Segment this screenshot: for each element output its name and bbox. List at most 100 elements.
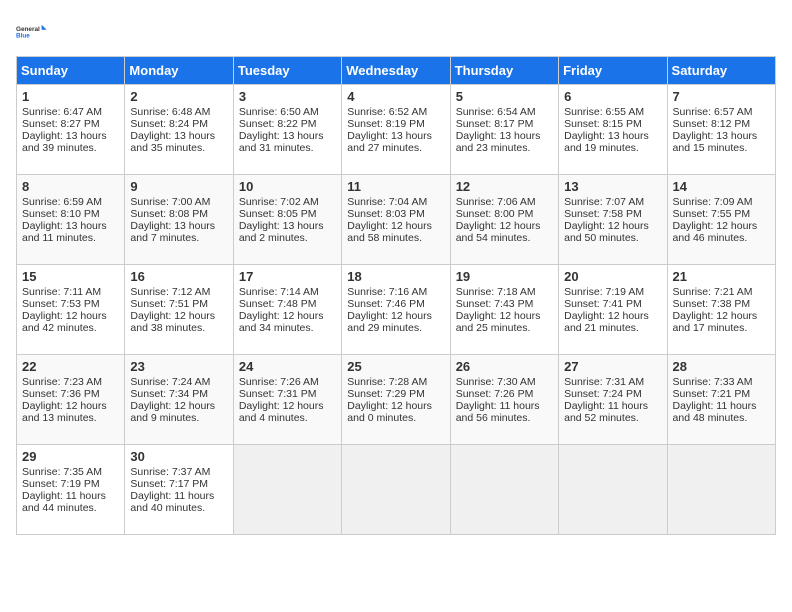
day-number: 25: [347, 359, 444, 374]
day-number: 2: [130, 89, 227, 104]
sunset: Sunset: 8:15 PM: [564, 118, 642, 130]
daylight-label: Daylight: 13 hours and 11 minutes.: [22, 220, 107, 244]
weekday-header-sunday: Sunday: [17, 57, 125, 85]
daylight-label: Daylight: 12 hours and 13 minutes.: [22, 400, 107, 424]
weekday-header-row: SundayMondayTuesdayWednesdayThursdayFrid…: [17, 57, 776, 85]
sunrise: Sunrise: 7:12 AM: [130, 286, 210, 298]
daylight-label: Daylight: 12 hours and 58 minutes.: [347, 220, 432, 244]
day-number: 24: [239, 359, 336, 374]
calendar-cell: 8Sunrise: 6:59 AMSunset: 8:10 PMDaylight…: [17, 175, 125, 265]
calendar-cell: 11Sunrise: 7:04 AMSunset: 8:03 PMDayligh…: [342, 175, 450, 265]
sunrise: Sunrise: 7:30 AM: [456, 376, 536, 388]
weekday-header-wednesday: Wednesday: [342, 57, 450, 85]
sunset: Sunset: 7:29 PM: [347, 388, 425, 400]
day-number: 3: [239, 89, 336, 104]
calendar-cell: 3Sunrise: 6:50 AMSunset: 8:22 PMDaylight…: [233, 85, 341, 175]
sunrise: Sunrise: 7:31 AM: [564, 376, 644, 388]
daylight-label: Daylight: 13 hours and 35 minutes.: [130, 130, 215, 154]
calendar-cell: 24Sunrise: 7:26 AMSunset: 7:31 PMDayligh…: [233, 355, 341, 445]
sunrise: Sunrise: 7:21 AM: [673, 286, 753, 298]
day-number: 9: [130, 179, 227, 194]
sunset: Sunset: 8:27 PM: [22, 118, 100, 130]
day-number: 8: [22, 179, 119, 194]
day-number: 27: [564, 359, 661, 374]
calendar-cell: 19Sunrise: 7:18 AMSunset: 7:43 PMDayligh…: [450, 265, 558, 355]
calendar-cell: 27 Sunrise: 7:31 AMSunset: 7:24 PMDayligh…: [559, 355, 667, 445]
calendar-cell: [667, 445, 775, 535]
day-number: 19: [456, 269, 553, 284]
sunset: Sunset: 7:26 PM: [456, 388, 534, 400]
daylight-label: Daylight: 12 hours and 25 minutes.: [456, 310, 541, 334]
sunset: Sunset: 7:51 PM: [130, 298, 208, 310]
calendar-cell: 9Sunrise: 7:00 AMSunset: 8:08 PMDaylight…: [125, 175, 233, 265]
day-number: 11: [347, 179, 444, 194]
calendar-cell: 20Sunrise: 7:19 AMSunset: 7:41 PMDayligh…: [559, 265, 667, 355]
calendar-cell: 13Sunrise: 7:07 AMSunset: 7:58 PMDayligh…: [559, 175, 667, 265]
weekday-header-friday: Friday: [559, 57, 667, 85]
daylight-label: Daylight: 12 hours and 4 minutes.: [239, 400, 324, 424]
sunrise: Sunrise: 7:07 AM: [564, 196, 644, 208]
sunrise: Sunrise: 7:24 AM: [130, 376, 210, 388]
calendar-week-row: 22Sunrise: 7:23 AMSunset: 7:36 PMDayligh…: [17, 355, 776, 445]
sunrise: Sunrise: 7:33 AM: [673, 376, 753, 388]
sunrise: Sunrise: 7:23 AM: [22, 376, 102, 388]
sunrise: Sunrise: 7:37 AM: [130, 466, 210, 478]
sunrise: Sunrise: 6:54 AM: [456, 106, 536, 118]
sunrise: Sunrise: 7:11 AM: [22, 286, 101, 298]
header: GeneralBlue: [16, 16, 776, 48]
calendar-week-row: 29Sunrise: 7:35 AMSunset: 7:19 PMDayligh…: [17, 445, 776, 535]
weekday-header-saturday: Saturday: [667, 57, 775, 85]
sunset: Sunset: 8:19 PM: [347, 118, 425, 130]
calendar-cell: 30Sunrise: 7:37 AMSunset: 7:17 PMDayligh…: [125, 445, 233, 535]
day-number: 15: [22, 269, 119, 284]
sunset: Sunset: 8:08 PM: [130, 208, 208, 220]
daylight-label: Daylight: 12 hours and 50 minutes.: [564, 220, 649, 244]
sunset: Sunset: 7:34 PM: [130, 388, 208, 400]
day-number: 23: [130, 359, 227, 374]
sunset: Sunset: 7:21 PM: [673, 388, 751, 400]
day-number: 28: [673, 359, 770, 374]
calendar-cell: 1Sunrise: 6:47 AMSunset: 8:27 PMDaylight…: [17, 85, 125, 175]
day-number: 6: [564, 89, 661, 104]
sunset: Sunset: 8:05 PM: [239, 208, 317, 220]
sunset: Sunset: 7:36 PM: [22, 388, 100, 400]
daylight-label: Daylight: 12 hours and 38 minutes.: [130, 310, 215, 334]
sunset: Sunset: 8:24 PM: [130, 118, 208, 130]
sunrise: Sunrise: 6:52 AM: [347, 106, 427, 118]
daylight-label: Daylight: 13 hours and 2 minutes.: [239, 220, 324, 244]
day-number: 30: [130, 449, 227, 464]
svg-text:Blue: Blue: [16, 33, 30, 40]
daylight-label: Daylight: 11 hours and 44 minutes.: [22, 490, 106, 514]
sunrise: Sunrise: 7:09 AM: [673, 196, 753, 208]
weekday-header-tuesday: Tuesday: [233, 57, 341, 85]
sunset: Sunset: 7:53 PM: [22, 298, 100, 310]
sunset: Sunset: 7:31 PM: [239, 388, 317, 400]
sunrise: Sunrise: 7:06 AM: [456, 196, 536, 208]
sunrise: Sunrise: 6:50 AM: [239, 106, 319, 118]
calendar-cell: 17Sunrise: 7:14 AMSunset: 7:48 PMDayligh…: [233, 265, 341, 355]
daylight-label: Daylight: 13 hours and 15 minutes.: [673, 130, 758, 154]
sunset: Sunset: 7:48 PM: [239, 298, 317, 310]
day-number: 12: [456, 179, 553, 194]
daylight-label: Daylight: 12 hours and 21 minutes.: [564, 310, 649, 334]
sunrise: Sunrise: 7:28 AM: [347, 376, 427, 388]
calendar-cell: [450, 445, 558, 535]
sunset: Sunset: 8:17 PM: [456, 118, 534, 130]
daylight-label: Daylight: 13 hours and 31 minutes.: [239, 130, 324, 154]
logo-icon: GeneralBlue: [16, 16, 48, 48]
sunrise: Sunrise: 6:57 AM: [673, 106, 753, 118]
daylight-label: Daylight: 13 hours and 39 minutes.: [22, 130, 107, 154]
sunrise: Sunrise: 6:48 AM: [130, 106, 210, 118]
day-number: 21: [673, 269, 770, 284]
daylight-label: Daylight: 12 hours and 29 minutes.: [347, 310, 432, 334]
sunset: Sunset: 7:41 PM: [564, 298, 642, 310]
sunrise: Sunrise: 7:16 AM: [347, 286, 427, 298]
daylight-label: Daylight: 13 hours and 19 minutes.: [564, 130, 649, 154]
daylight-label: Daylight: 13 hours and 23 minutes.: [456, 130, 541, 154]
sunset: Sunset: 8:12 PM: [673, 118, 751, 130]
day-number: 4: [347, 89, 444, 104]
weekday-header-thursday: Thursday: [450, 57, 558, 85]
sunset: Sunset: 7:24 PM: [564, 388, 642, 400]
daylight-label: Daylight: 12 hours and 9 minutes.: [130, 400, 215, 424]
daylight-label: Daylight: 11 hours and 52 minutes.: [564, 400, 648, 424]
